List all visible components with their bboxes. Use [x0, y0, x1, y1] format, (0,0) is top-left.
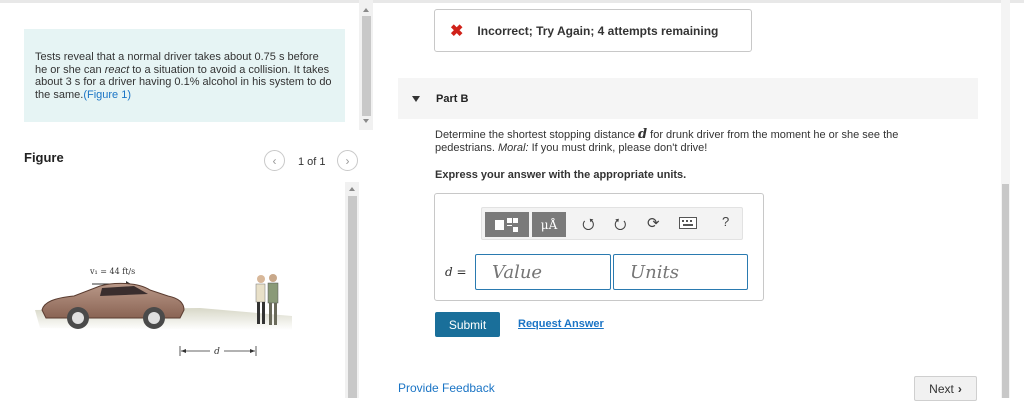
- express-instruction: Express your answer with the appropriate…: [435, 169, 687, 181]
- distance-label: d: [214, 347, 220, 357]
- units-button[interactable]: μÅ: [532, 212, 566, 237]
- reset-icon[interactable]: ⟳: [647, 214, 660, 232]
- scrollbar-thumb[interactable]: [362, 16, 371, 116]
- figure-scrollbar[interactable]: [345, 182, 359, 398]
- undo-icon[interactable]: ⭯: [582, 214, 595, 239]
- error-x-icon: ✖: [450, 22, 464, 40]
- chevron-right-icon: ›: [957, 381, 962, 396]
- answer-label-var: d: [445, 265, 453, 279]
- page-scrollbar[interactable]: [1001, 0, 1010, 398]
- velocity-label: v₁ = 44 ft/s: [89, 267, 135, 276]
- intro-emphasis: react: [104, 63, 130, 76]
- feedback-banner: ✖ Incorrect; Try Again; 4 attempts remai…: [434, 9, 752, 52]
- part-label: Part B: [436, 92, 469, 105]
- answer-label: d =: [445, 265, 467, 279]
- submit-button[interactable]: Submit: [435, 312, 500, 337]
- figure-title: Figure: [24, 150, 64, 165]
- top-border: [0, 0, 1024, 3]
- value-input[interactable]: [475, 254, 611, 290]
- scrollbar-thumb[interactable]: [348, 196, 357, 398]
- question-text: Determine the shortest stopping distance…: [435, 127, 955, 154]
- feedback-message: Incorrect; Try Again; 4 attempts remaini…: [477, 23, 719, 38]
- car-pedestrian-illustration: v₁ = 44 ft/s d: [35, 267, 292, 357]
- figure-image: v₁ = 44 ft/s d: [30, 262, 330, 372]
- next-label: Next: [929, 381, 954, 396]
- part-b-header[interactable]: Part B: [398, 78, 978, 119]
- equation-toolbar: μÅ ⭯ ⭮ ⟳ ?: [481, 207, 743, 240]
- figure-link[interactable]: (Figure 1): [83, 89, 131, 101]
- question-text-a: Determine the shortest stopping distance: [435, 129, 639, 141]
- redo-icon[interactable]: ⭮: [614, 214, 627, 239]
- provide-feedback-link[interactable]: Provide Feedback: [398, 381, 495, 395]
- request-answer-link[interactable]: Request Answer: [518, 318, 604, 330]
- help-icon[interactable]: ?: [722, 214, 729, 229]
- scrollbar-thumb[interactable]: [1002, 184, 1009, 398]
- templates-icon: [495, 217, 518, 232]
- scroll-down-arrow-icon[interactable]: [363, 119, 369, 123]
- moral-label: Moral:: [497, 141, 529, 154]
- chevron-left-icon: ‹: [272, 153, 277, 168]
- keyboard-icon[interactable]: [679, 216, 697, 233]
- question-variable: d: [638, 127, 648, 142]
- collapse-triangle-icon[interactable]: [412, 95, 420, 102]
- intro-scrollbar[interactable]: [359, 0, 373, 130]
- units-input[interactable]: [613, 254, 748, 290]
- answer-label-eq: =: [452, 265, 467, 279]
- next-figure-button[interactable]: ›: [337, 150, 358, 171]
- next-button[interactable]: Next ›: [914, 376, 977, 401]
- moral-text: If you must drink, please don't drive!: [528, 141, 708, 154]
- scroll-up-arrow-icon[interactable]: [363, 8, 369, 12]
- scroll-up-arrow-icon[interactable]: [349, 187, 355, 191]
- problem-intro: Tests reveal that a normal driver takes …: [24, 29, 345, 122]
- figure-pager: 1 of 1: [298, 156, 326, 168]
- templates-button[interactable]: [485, 212, 529, 237]
- chevron-right-icon: ›: [345, 153, 350, 168]
- prev-figure-button[interactable]: ‹: [264, 150, 285, 171]
